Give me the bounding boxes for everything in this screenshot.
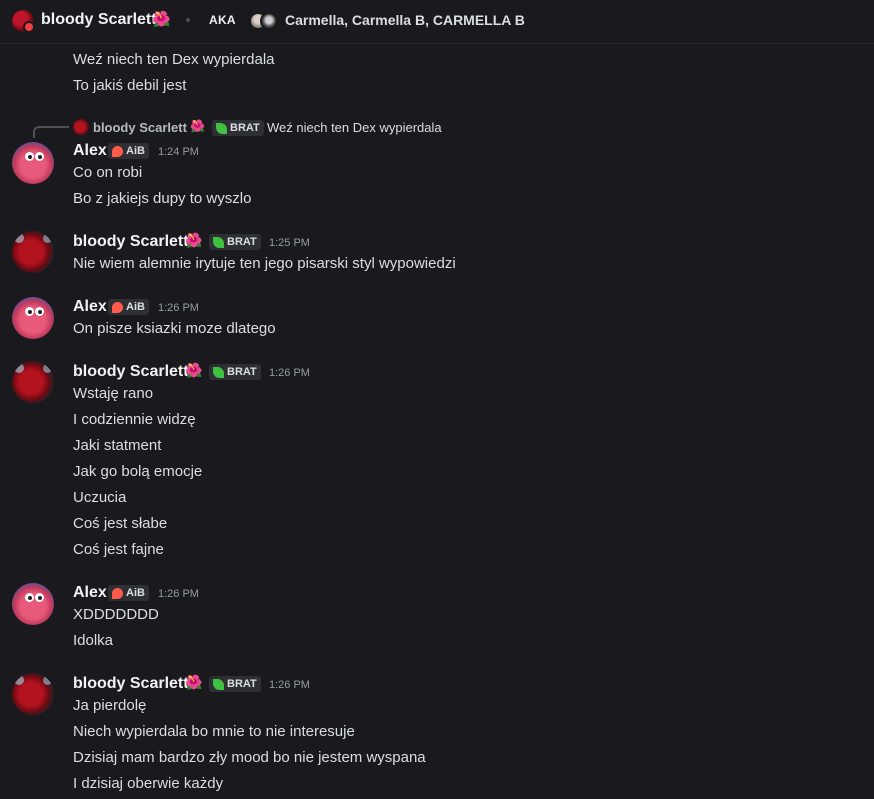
username[interactable]: bloody Scarlett bbox=[73, 675, 189, 693]
leaf-icon bbox=[213, 366, 224, 378]
timestamp: 1:26 PM bbox=[158, 588, 199, 600]
server-tag: AiB bbox=[108, 585, 149, 601]
message-line: Niech wypierdala bo mnie to nie interesu… bbox=[73, 723, 355, 740]
server-tag: BRAT bbox=[209, 364, 261, 380]
avatar-bloody-scarlett[interactable] bbox=[12, 361, 54, 403]
aka-avatar-2 bbox=[260, 12, 278, 30]
message-line: Coś jest słabe bbox=[73, 515, 168, 532]
timestamp: 1:26 PM bbox=[158, 302, 199, 314]
username[interactable]: bloody Scarlett bbox=[73, 363, 189, 381]
fire-icon bbox=[112, 145, 123, 157]
timestamp: 1:25 PM bbox=[269, 237, 310, 249]
header-avatar[interactable] bbox=[12, 10, 35, 33]
avatar-alex[interactable] bbox=[12, 583, 54, 625]
username[interactable]: Alex bbox=[73, 584, 107, 602]
server-tag: BRAT bbox=[209, 234, 261, 250]
leaf-icon bbox=[213, 678, 224, 690]
leaf-icon bbox=[216, 122, 227, 134]
username[interactable]: Alex bbox=[73, 142, 107, 160]
message-line: On pisze ksiazki moze dlatego bbox=[73, 320, 276, 337]
message-line: Jaki statment bbox=[73, 437, 162, 454]
message-line: XDDDDDDD bbox=[73, 606, 159, 623]
username[interactable]: bloody Scarlett bbox=[73, 233, 189, 251]
message-line: Idolka bbox=[73, 632, 114, 649]
aka-label: AKA bbox=[209, 13, 236, 27]
fire-icon bbox=[112, 587, 123, 599]
aka-names[interactable]: Carmella, Carmella B, CARMELLA B bbox=[285, 12, 525, 28]
server-tag: BRAT bbox=[209, 676, 261, 692]
leaf-icon bbox=[213, 236, 224, 248]
reply-username[interactable]: bloody Scarlett bbox=[93, 120, 187, 135]
server-tag: AiB bbox=[108, 143, 149, 159]
flower-icon: 🌺 bbox=[185, 362, 203, 378]
timestamp: 1:24 PM bbox=[158, 146, 199, 158]
avatar-bloody-scarlett[interactable] bbox=[12, 673, 54, 715]
flower-icon: 🌺 bbox=[190, 119, 205, 133]
tag-label: BRAT bbox=[227, 366, 257, 378]
server-tag: AiB bbox=[108, 299, 149, 315]
status-dnd-icon bbox=[23, 21, 35, 33]
message-line: Bo z jakiejs dupy to wyszlo bbox=[73, 190, 252, 207]
tag-label: AiB bbox=[126, 587, 145, 599]
timestamp: 1:26 PM bbox=[269, 679, 310, 691]
avatar-alex[interactable] bbox=[12, 297, 54, 339]
tag-label: AiB bbox=[126, 301, 145, 313]
message-line: To jakiś debil jest bbox=[73, 77, 187, 94]
reply-avatar bbox=[73, 119, 89, 135]
message-line: Weź niech ten Dex wypierdala bbox=[73, 51, 275, 68]
header-username[interactable]: bloody Scarlett bbox=[41, 11, 157, 29]
reply-tag: BRAT bbox=[212, 120, 264, 136]
message-line: Ja pierdolę bbox=[73, 697, 147, 714]
timestamp: 1:26 PM bbox=[269, 367, 310, 379]
avatar-alex[interactable] bbox=[12, 142, 54, 184]
message-line: Dzisiaj mam bardzo zły mood bo nie jeste… bbox=[73, 749, 426, 766]
reply-connector bbox=[33, 126, 69, 138]
avatar-bloody-scarlett[interactable] bbox=[12, 231, 54, 273]
flower-icon: 🌺 bbox=[152, 11, 171, 28]
flower-icon: 🌺 bbox=[185, 232, 203, 248]
message-line: Co on robi bbox=[73, 164, 143, 181]
fire-icon bbox=[112, 301, 123, 313]
message-line: Coś jest fajne bbox=[73, 541, 164, 558]
message-line: Jak go bolą emocje bbox=[73, 463, 203, 480]
flower-icon: 🌺 bbox=[185, 674, 203, 690]
reply-text[interactable]: Weź niech ten Dex wypierdala bbox=[267, 120, 442, 135]
message-line: I codziennie widzę bbox=[73, 411, 196, 428]
message-line: Nie wiem alemnie irytuje ten jego pisars… bbox=[73, 255, 456, 272]
tag-label: BRAT bbox=[230, 122, 260, 134]
message-line: I dzisiaj oberwie każdy bbox=[73, 775, 224, 792]
username[interactable]: Alex bbox=[73, 298, 107, 316]
tag-label: BRAT bbox=[227, 236, 257, 248]
tag-label: AiB bbox=[126, 145, 145, 157]
header-separator bbox=[186, 18, 190, 22]
tag-label: BRAT bbox=[227, 678, 257, 690]
message-line: Uczucia bbox=[73, 489, 127, 506]
message-line: Wstaję rano bbox=[73, 385, 154, 402]
dm-header: bloody Scarlett 🌺 AKA Carmella, Carmella… bbox=[0, 0, 874, 44]
